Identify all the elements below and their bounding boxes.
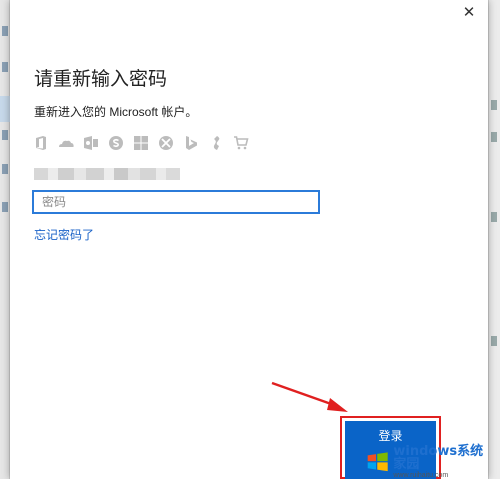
background-text (2, 130, 8, 140)
background-selected-item (0, 96, 10, 122)
office-icon (32, 134, 50, 152)
bing-icon (182, 134, 200, 152)
password-input[interactable] (32, 190, 320, 214)
service-icons (32, 133, 250, 153)
background-text (2, 164, 8, 174)
dialog-title: 请重新输入密码 (34, 69, 168, 90)
msn-icon (207, 134, 225, 152)
background-text (491, 100, 497, 110)
store-icon (232, 134, 250, 152)
windows-icon (132, 134, 150, 152)
background-text (2, 62, 8, 72)
watermark-url: www.ruihaitu.com (393, 472, 449, 479)
background-text (491, 132, 497, 142)
background-text (491, 212, 497, 222)
close-button[interactable]: ✕ (456, 2, 482, 24)
background-text (491, 336, 497, 346)
forgot-password-link[interactable]: 忘记密码了 (34, 226, 94, 243)
xbox-icon (157, 134, 175, 152)
background-window-right (488, 0, 500, 479)
outlook-icon (82, 134, 100, 152)
account-email-blurred (34, 168, 180, 180)
background-text (2, 26, 8, 36)
watermark: windows系统家园 www.ruihaitu.com (366, 444, 490, 479)
sign-in-dialog: ✕ 请重新输入密码 重新进入您的 Microsoft 帐户。 忘记密码了 (10, 0, 488, 479)
windows-logo (367, 452, 388, 472)
skype-icon (107, 134, 125, 152)
dialog-subtitle: 重新进入您的 Microsoft 帐户。 (34, 105, 198, 119)
background-window-left (0, 0, 10, 479)
background-text (2, 202, 8, 212)
watermark-brand: windows系统家园 (393, 444, 484, 472)
onedrive-icon (57, 134, 75, 152)
